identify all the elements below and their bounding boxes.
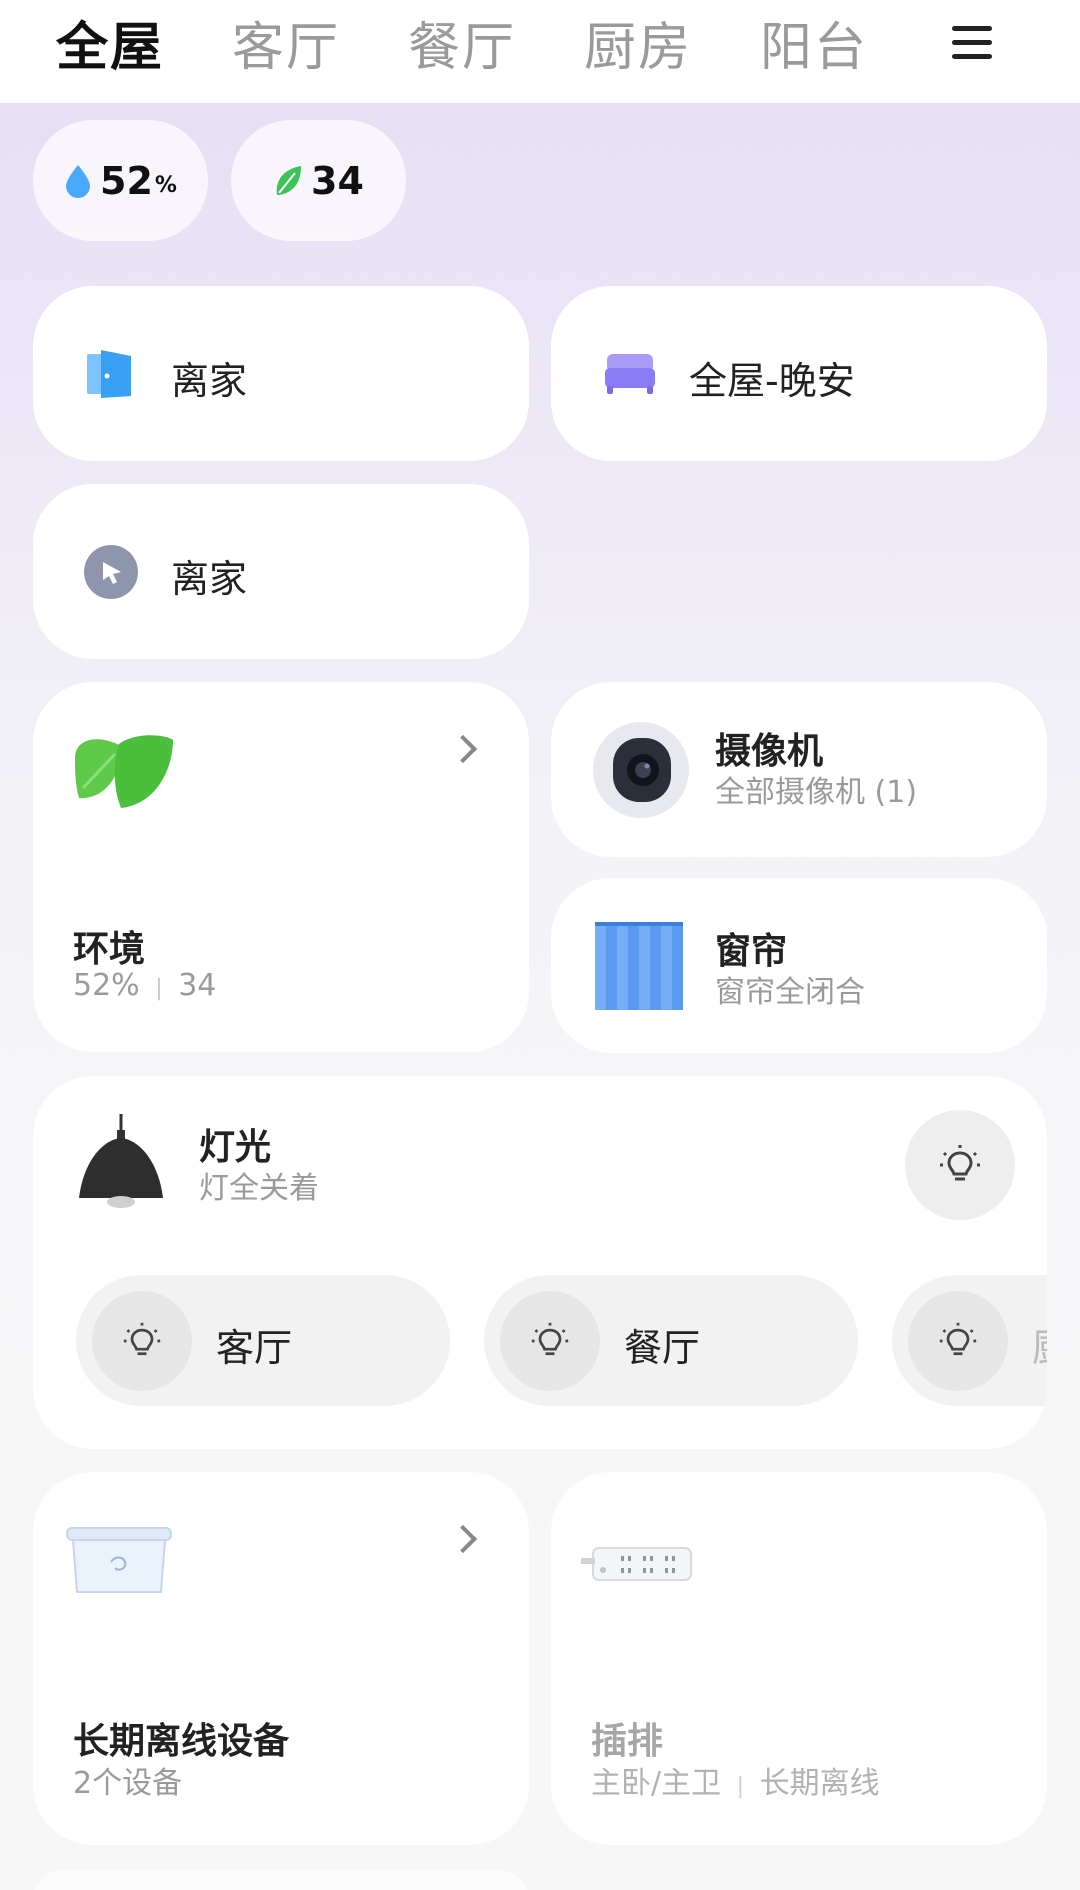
- summary-separator: |: [736, 1774, 745, 1799]
- tab-whole-house[interactable]: 全屋: [56, 8, 164, 88]
- scene-leave-home[interactable]: 离家: [33, 286, 529, 461]
- scene-good-night[interactable]: 全屋-晚安: [551, 286, 1047, 461]
- lights-subtitle: 灯全关着: [199, 1171, 319, 1206]
- room-tab-bar: 全屋 客厅 餐厅 厨房 阳台: [0, 0, 1080, 103]
- room-label: 厨: [1032, 1317, 1047, 1372]
- scene-leave-home-2[interactable]: 离家: [33, 484, 529, 659]
- room-bulb-button[interactable]: [908, 1291, 1008, 1391]
- bed-icon: [605, 354, 655, 394]
- tab-dining-room[interactable]: 餐厅: [408, 8, 516, 88]
- strip-status: 长期离线: [759, 1766, 880, 1801]
- chevron-right-icon: [448, 734, 478, 764]
- environment-title: 环境: [73, 929, 146, 970]
- light-room-kitchen[interactable]: 厨: [892, 1275, 1047, 1406]
- humidity-value: 52: [100, 158, 153, 203]
- tab-kitchen[interactable]: 厨房: [584, 8, 692, 88]
- chevron-right-icon: [448, 1524, 478, 1554]
- lights-toggle-button[interactable]: [905, 1110, 1015, 1220]
- light-room-dining[interactable]: 餐厅: [484, 1275, 858, 1406]
- humidity-unit: %: [154, 173, 177, 198]
- bulb-icon: [939, 1322, 977, 1356]
- tab-balcony[interactable]: 阳台: [760, 8, 868, 88]
- bulb-icon: [940, 1145, 980, 1181]
- tab-living-room[interactable]: 客厅: [232, 8, 340, 88]
- air-quality-pill[interactable]: 34: [231, 120, 406, 241]
- light-room-living[interactable]: 客厅: [76, 1275, 450, 1406]
- power-strip-card[interactable]: 插排 主卧/主卫 | 长期离线: [551, 1472, 1047, 1845]
- strip-title: 插排: [591, 1721, 664, 1762]
- curtain-icon: [595, 922, 683, 1010]
- water-drop-icon: [66, 164, 91, 198]
- room-label: 客厅: [216, 1326, 293, 1370]
- scene-label: 离家: [171, 359, 248, 403]
- strip-subtitle: 主卧/主卫 | 长期离线: [591, 1758, 880, 1802]
- air-quality-value: 34: [311, 158, 364, 203]
- summary-separator: |: [155, 976, 163, 1001]
- humidity-pill[interactable]: 52 %: [33, 120, 208, 241]
- environment-air: 34: [178, 968, 217, 1003]
- bulb-icon: [531, 1322, 569, 1356]
- environment-summary: 52% | 34: [73, 968, 216, 1003]
- environment-humidity: 52%: [73, 968, 140, 1003]
- bulb-icon: [123, 1322, 161, 1356]
- room-bulb-button[interactable]: [500, 1291, 600, 1391]
- pendant-lamp-icon: [79, 1114, 163, 1208]
- leaf-icon: [276, 165, 302, 195]
- menu-icon[interactable]: [952, 26, 992, 60]
- next-card-partial[interactable]: [33, 1870, 529, 1890]
- offline-devices-card[interactable]: 长期离线设备 2个设备: [33, 1472, 529, 1845]
- camera-card[interactable]: 摄像机 全部摄像机 (1): [551, 682, 1047, 857]
- cursor-icon: [84, 545, 138, 599]
- door-icon: [87, 350, 131, 398]
- room-bulb-button[interactable]: [92, 1291, 192, 1391]
- lights-card[interactable]: 灯光 灯全关着 客厅 餐厅: [33, 1076, 1047, 1449]
- camera-subtitle: 全部摄像机 (1): [715, 775, 918, 810]
- strip-location: 主卧/主卫: [591, 1766, 722, 1801]
- power-strip-icon: [581, 1547, 692, 1581]
- scene-label: 离家: [171, 557, 248, 601]
- environment-card[interactable]: 环境 52% | 34: [33, 682, 529, 1052]
- room-label: 餐厅: [624, 1326, 701, 1370]
- offline-title: 长期离线设备: [73, 1721, 290, 1762]
- leaves-icon: [75, 735, 173, 808]
- curtain-card[interactable]: 窗帘 窗帘全闭合: [551, 878, 1047, 1053]
- scene-label: 全屋-晚安: [689, 359, 855, 403]
- storage-box-icon: [66, 1527, 172, 1593]
- offline-subtitle: 2个设备: [73, 1766, 183, 1801]
- curtain-subtitle: 窗帘全闭合: [715, 975, 865, 1010]
- camera-icon: [593, 722, 689, 818]
